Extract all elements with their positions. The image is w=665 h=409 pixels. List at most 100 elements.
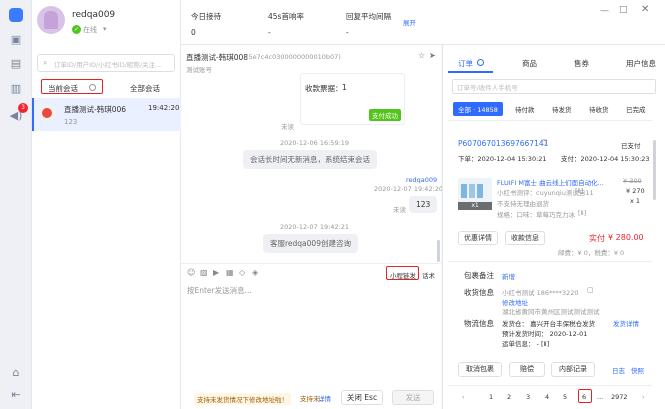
home-icon[interactable]: ⌂ xyxy=(9,366,23,380)
close-icon[interactable]: ✕ xyxy=(641,4,649,15)
payment-status-badge: 支付成功 xyxy=(369,109,401,121)
document-icon[interactable]: ▤ xyxy=(9,57,23,71)
send-button[interactable]: 发送 xyxy=(392,390,434,405)
maximize-icon[interactable]: □ xyxy=(619,5,628,15)
unread-label: 未读 xyxy=(393,206,406,214)
tag-icon[interactable]: ◈ xyxy=(252,268,258,277)
payment-card-value: 1 xyxy=(342,83,347,92)
notice-detail-link[interactable]: 详情 xyxy=(318,393,331,403)
order-icon[interactable]: ▦ xyxy=(226,268,234,277)
chevron-down-icon[interactable]: ▾ xyxy=(103,25,107,33)
collapse-icon[interactable]: ⇤ xyxy=(9,388,23,402)
current-page-highlight xyxy=(578,389,592,403)
filter-pending-receipt[interactable]: 待收货 xyxy=(589,104,609,114)
estimated-ship-time: 预计发货时间： 2020-12-01 xyxy=(502,330,588,338)
user-status[interactable]: 在线 xyxy=(83,25,97,35)
timestamp: 2020-12-06 16:59:19 xyxy=(280,139,350,147)
pagination-ellipsis: ... xyxy=(597,393,604,401)
product-thumbnail[interactable]: x1 xyxy=(458,178,492,210)
search-placeholder: 订单ID/用户ID/小红书ID/昵称/关注... xyxy=(54,61,162,69)
payment-info-button[interactable]: 收款信息 xyxy=(505,231,545,245)
chat-user-id: (5e7c4c0300000000010b07) xyxy=(246,53,341,61)
quick-reply-highlight xyxy=(386,266,419,280)
chat-message: 123 xyxy=(409,196,438,213)
receiver-address: 湖北省黄冈市黄州区测试测试测试 xyxy=(502,308,600,316)
script-button[interactable]: 话术 xyxy=(422,270,435,280)
product-name-link[interactable]: FLUIFI M富士 曲云线上们面自动化... xyxy=(497,177,609,187)
order-scrollbar[interactable] xyxy=(653,140,656,200)
filter-completed[interactable]: 已完成 xyxy=(626,104,646,114)
shipping-detail-link[interactable]: 发货详情 xyxy=(613,318,639,328)
product-spec: 规格：口味：草莓巧克力冰 xyxy=(497,211,575,219)
page-last[interactable]: 2972 xyxy=(611,393,628,401)
tab-user-info[interactable]: 用户信息 xyxy=(626,58,656,69)
compensate-button[interactable]: 赔偿 xyxy=(509,362,545,377)
filter-all[interactable]: 全部 · 14858 xyxy=(453,102,503,116)
conversation-avatar xyxy=(38,104,56,122)
tab-all-sessions[interactable]: 全部会话 xyxy=(130,83,160,94)
share-icon[interactable]: ➤ xyxy=(429,51,436,60)
internal-record-button[interactable]: 内部记录 xyxy=(551,362,595,377)
chat-scrollbar[interactable] xyxy=(437,240,440,262)
tab-coupons[interactable]: 售券 xyxy=(574,58,589,69)
order-id-link[interactable]: P607067013697667141 xyxy=(458,139,548,148)
avatar[interactable] xyxy=(37,6,65,34)
expand-stats-link[interactable]: 展开 xyxy=(403,17,416,27)
filter-pending-payment[interactable]: 待付款 xyxy=(515,104,535,114)
paid-label: 实付 xyxy=(589,234,605,243)
tab-products[interactable]: 商品 xyxy=(522,58,537,69)
discount-detail-button[interactable]: 优惠详情 xyxy=(458,231,498,245)
emoji-icon[interactable]: ☺ xyxy=(187,268,195,277)
logo-icon xyxy=(9,8,23,22)
page-1[interactable]: 1 xyxy=(489,393,493,401)
unread-label: 未读 xyxy=(281,123,294,131)
copy-tag[interactable]: [Ⅱ] xyxy=(575,187,583,195)
product-price: ¥ 270 xyxy=(626,187,645,195)
chat-subtitle: 测试账号 xyxy=(186,66,212,74)
refresh-icon[interactable] xyxy=(477,59,484,66)
snapshot-link[interactable]: 快照 xyxy=(631,365,644,375)
page-3[interactable]: 3 xyxy=(526,393,530,401)
fees-text: 邮费：¥ 0，税费：¥ 0 xyxy=(558,249,625,257)
chat-icon[interactable]: ▣ xyxy=(9,33,23,47)
coupon-icon[interactable]: ◇ xyxy=(239,268,245,277)
tracking-info: 运单信息： - [Ⅱ] xyxy=(502,340,550,348)
current-tab-highlight xyxy=(41,79,103,94)
page-2[interactable]: 2 xyxy=(507,393,511,401)
filter-pending-shipment[interactable]: 待发货 xyxy=(552,104,572,114)
cancel-package-button[interactable]: 取消包裹 xyxy=(458,362,502,377)
star-icon[interactable]: ☆ xyxy=(418,51,425,60)
message-sender: redqa009 xyxy=(406,176,438,184)
page-4[interactable]: 4 xyxy=(545,393,549,401)
add-package-note-link[interactable]: 新增 xyxy=(502,271,515,281)
prev-page-icon[interactable]: ‹ xyxy=(462,393,465,401)
stat-value-reception: 0 xyxy=(191,28,196,37)
message-icon[interactable]: ▢ xyxy=(587,286,594,294)
status-online-icon: ✓ xyxy=(72,25,81,34)
no-refund-note: 不支持无理由退货 xyxy=(497,200,549,208)
order-time: 下单：2020-12-04 15:30:21 xyxy=(458,155,547,163)
system-message: 客服redqa009创建咨询 xyxy=(263,234,358,253)
divider xyxy=(448,120,652,121)
next-page-icon[interactable]: › xyxy=(642,393,645,401)
page-5[interactable]: 5 xyxy=(563,393,567,401)
video-icon[interactable]: ▶ xyxy=(213,268,219,277)
close-session-button[interactable]: 关闭 Esc xyxy=(341,390,383,405)
stat-value-reply-interval: - xyxy=(346,28,349,37)
system-message: 会话长时间无新消息，系统结束会话 xyxy=(243,150,377,169)
message-input[interactable]: 按Enter发送消息... xyxy=(187,285,252,296)
timestamp: 2020-12-07 19:42:21 xyxy=(280,223,350,231)
log-link[interactable]: 日志 xyxy=(612,365,625,375)
original-price: ¥ 300 xyxy=(623,177,642,185)
copy-icon[interactable]: ❐ xyxy=(541,139,547,147)
notification-badge: 3 xyxy=(18,103,28,113)
search-input[interactable]: ⌕ 订单ID/用户ID/小红书ID/昵称/关注... xyxy=(37,54,175,72)
chart-icon[interactable]: ▥ xyxy=(9,82,23,96)
copy-tag[interactable]: [Ⅱ] xyxy=(578,209,586,217)
image-icon[interactable]: ▨ xyxy=(200,268,208,277)
timestamp: 2020-12-07 19:42:20 xyxy=(374,185,444,193)
minimize-icon[interactable]: — xyxy=(600,6,609,16)
logistics-warehouse: 发货仓： 嘉兴开台丰保税仓发货 xyxy=(502,320,596,328)
stats-bar xyxy=(181,0,665,45)
tab-orders[interactable]: 订单 xyxy=(458,58,473,69)
